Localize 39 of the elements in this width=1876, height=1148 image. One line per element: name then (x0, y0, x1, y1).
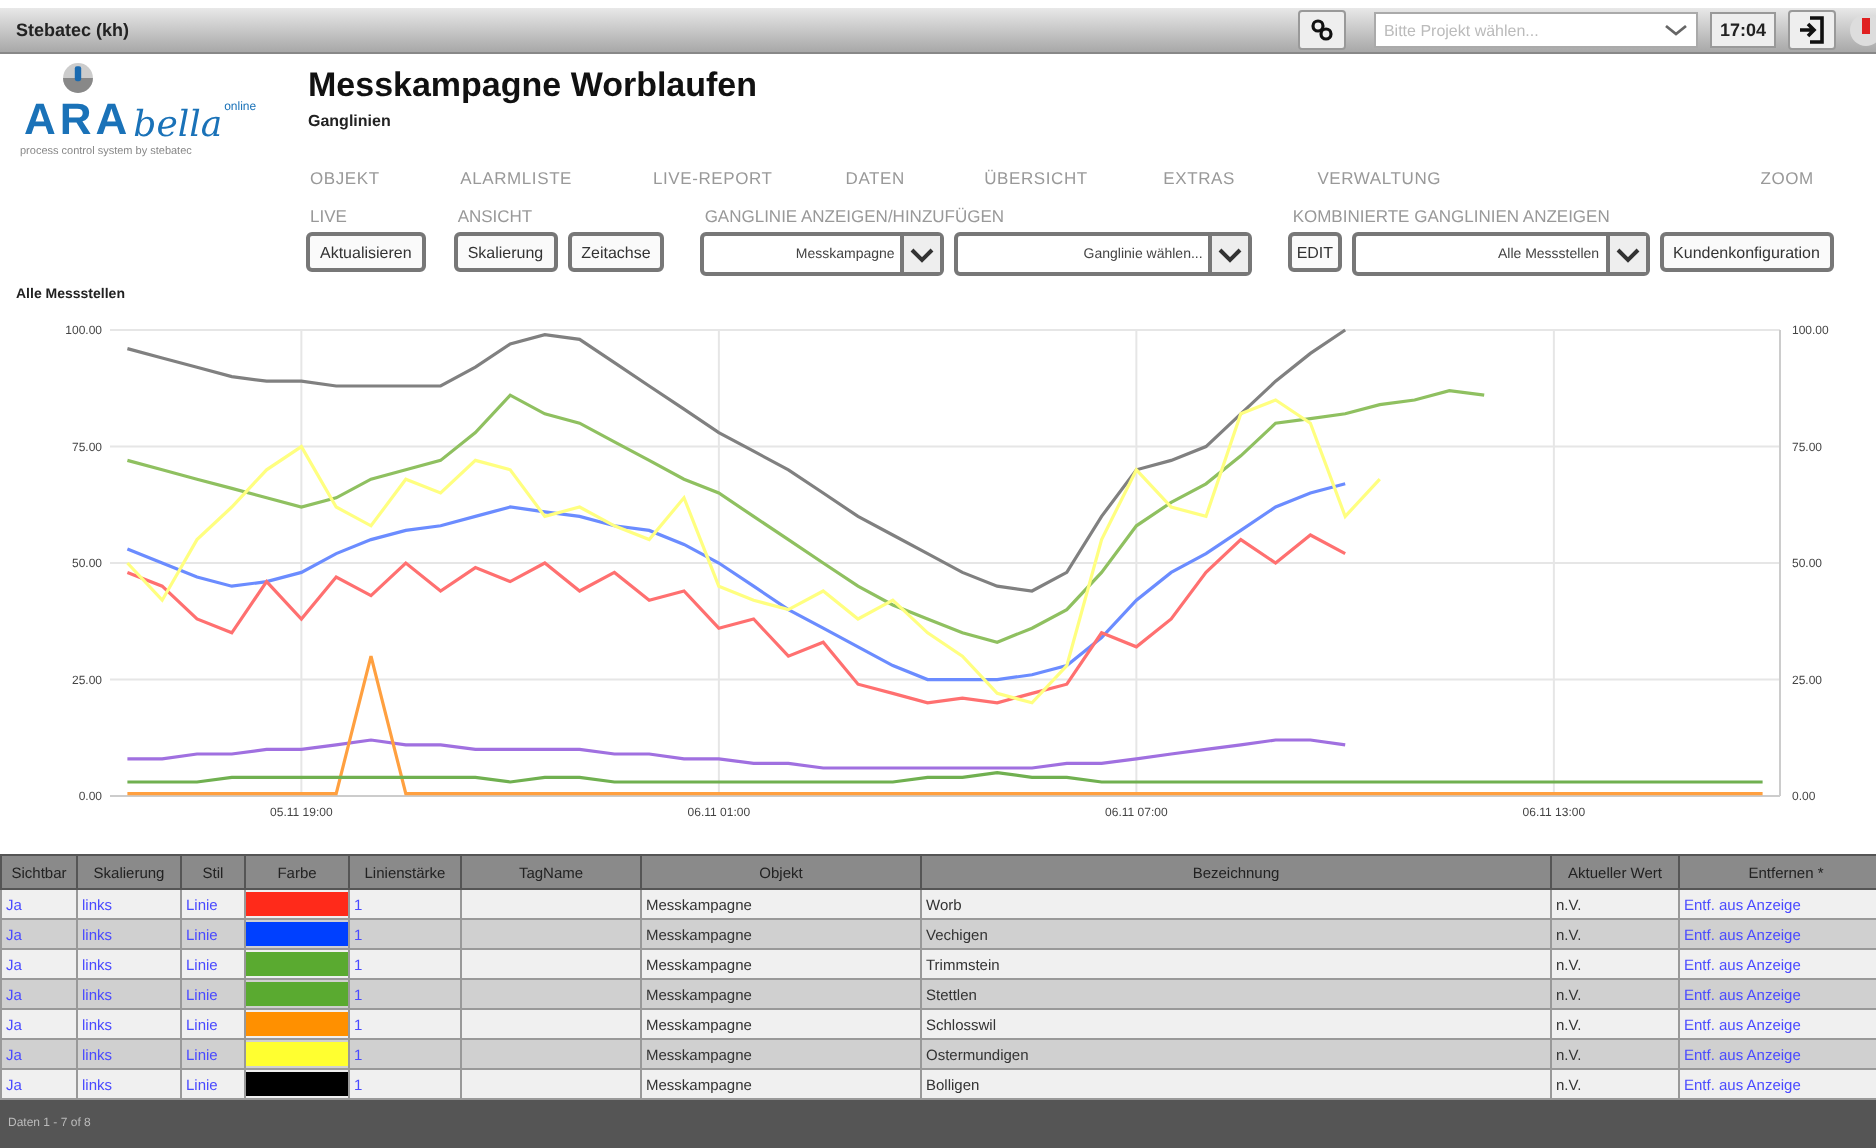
logo-text: bella (133, 104, 223, 146)
toolbar-button[interactable]: Kundenkonfiguration (1659, 232, 1834, 272)
nav-item[interactable]: EXTRAS (1163, 168, 1235, 188)
toolbar-button[interactable]: Aktualisieren (306, 232, 426, 272)
logo-text: ARA (24, 94, 132, 146)
clock-time: 17:04 (1709, 12, 1776, 48)
nav-item[interactable]: DATEN (845, 168, 905, 188)
group-label: KOMBINIERTE GANGLINIEN ANZEIGEN (1290, 206, 1612, 226)
nav-item[interactable]: ZOOM (1760, 168, 1814, 188)
app-title: Stebatec (kh) (16, 20, 132, 40)
color-swatch[interactable] (246, 922, 348, 946)
caret-icon (1605, 236, 1646, 272)
toolbar-button[interactable]: Zeitachse (567, 232, 665, 272)
page-title: Messkampagne Worblaufen (308, 66, 758, 106)
logout-icon (1798, 16, 1826, 44)
color-swatch[interactable] (246, 952, 348, 976)
page-subtitle: Ganglinien (308, 112, 393, 130)
toolbar-button[interactable]: Skalierung (453, 232, 558, 272)
logout-button[interactable] (1788, 10, 1836, 50)
group-label: LIVE (308, 206, 349, 226)
nav-item[interactable]: ÜBERSICHT (984, 168, 1088, 188)
color-swatch[interactable] (246, 1012, 348, 1036)
nav-item[interactable]: VERWALTUNG (1317, 168, 1442, 188)
caret-icon (900, 236, 941, 272)
group-label: GANGLINIE ANZEIGEN/HINZUFÜGEN (702, 206, 1007, 226)
color-swatch[interactable] (246, 892, 348, 916)
edit-button[interactable]: EDIT (1288, 232, 1342, 272)
caret-icon (1208, 236, 1249, 272)
link-icon (1309, 18, 1334, 42)
nav-item[interactable]: ALARMLISTE (460, 168, 573, 188)
nav-item[interactable]: OBJEKT (310, 168, 380, 188)
caret-icon (1663, 22, 1688, 38)
link-button[interactable] (1297, 10, 1346, 50)
color-swatch[interactable] (246, 1072, 348, 1096)
color-swatch[interactable] (246, 982, 348, 1006)
nav-item[interactable]: LIVE-REPORT (652, 168, 773, 188)
group-label: ANSICHT (455, 206, 535, 226)
color-swatch[interactable] (246, 1042, 348, 1066)
power-icon[interactable] (1848, 12, 1876, 48)
